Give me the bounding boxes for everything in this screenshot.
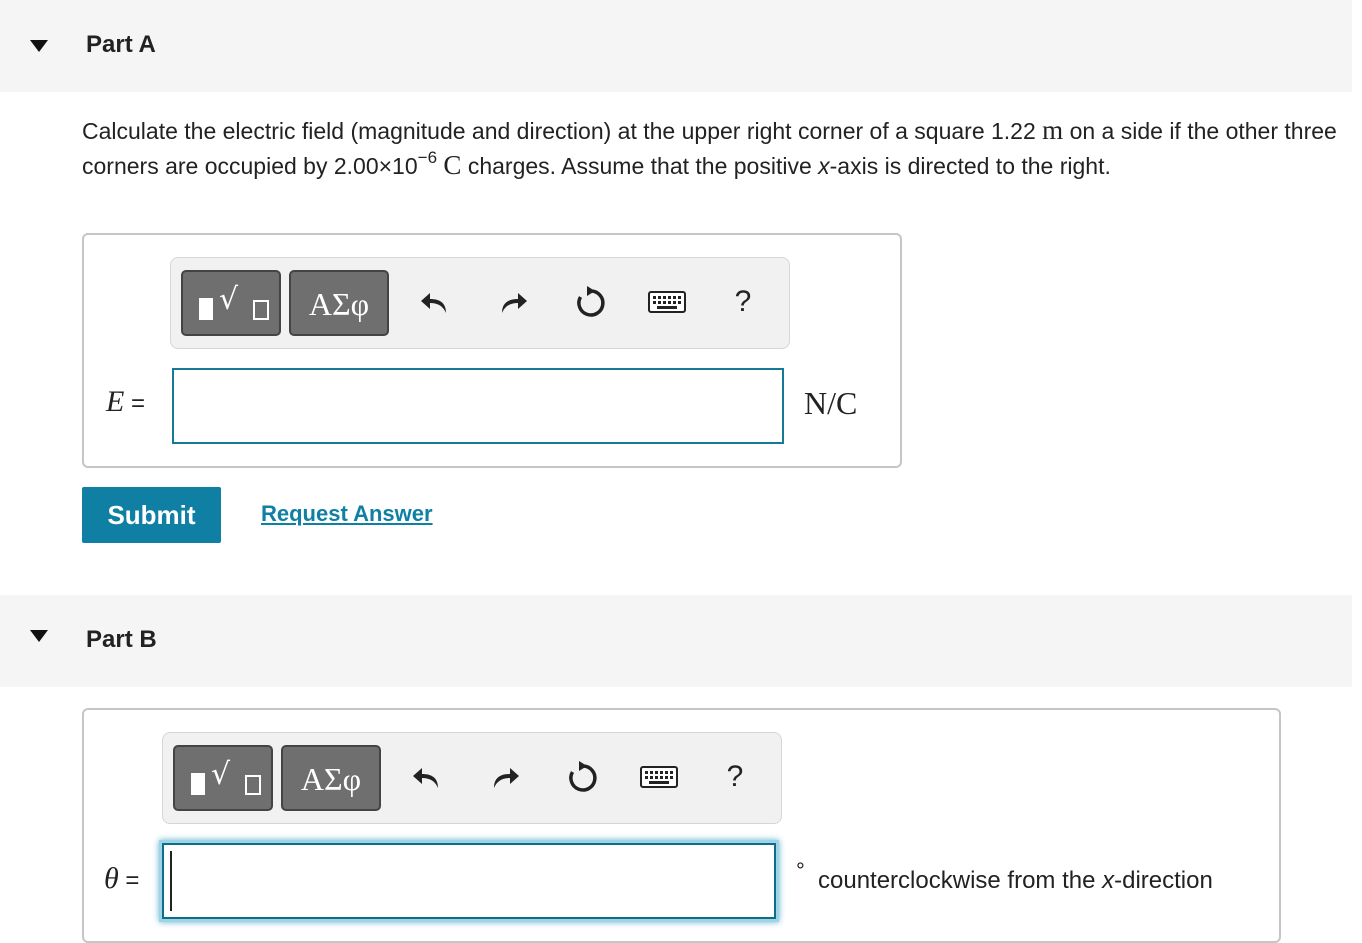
equals-sign: = [118, 867, 140, 894]
help-icon[interactable]: ? [713, 755, 757, 799]
prompt-text: charges. Assume that the positive [461, 153, 819, 179]
redo-icon[interactable] [483, 755, 527, 799]
equals-sign: = [124, 390, 146, 417]
templates-button[interactable]: √ [173, 745, 273, 811]
greek-label: ΑΣφ [308, 286, 370, 322]
reset-icon[interactable] [561, 755, 605, 799]
variable-e: E [106, 385, 125, 418]
math-toolbar: √ ΑΣφ ? [170, 257, 790, 349]
part-b-answer-box: √ ΑΣφ ? θ = ° counterclockwise from the … [82, 708, 1281, 943]
unit-meters: m [1042, 115, 1064, 145]
theta-answer-input[interactable] [162, 843, 776, 919]
part-a-header[interactable]: Part A [0, 0, 1352, 92]
collapse-triangle-icon[interactable] [30, 40, 48, 52]
part-b-header[interactable]: Part B [0, 595, 1352, 687]
unit-description: counterclockwise from the x-direction [818, 867, 1213, 895]
e-label: E = [106, 385, 145, 419]
help-icon[interactable]: ? [721, 280, 765, 324]
unit-coulomb: C [443, 150, 462, 180]
theta-label: θ = [104, 862, 139, 896]
undo-icon[interactable] [405, 755, 449, 799]
x-variable: x [818, 153, 830, 179]
redo-icon[interactable] [491, 280, 535, 324]
variable-theta: θ [104, 862, 119, 895]
greek-symbols-button[interactable]: ΑΣφ [281, 745, 381, 811]
x-variable: x [1102, 867, 1115, 894]
submit-button[interactable]: Submit [82, 487, 221, 543]
radical-icon: √ [211, 757, 231, 792]
part-a-title: Part A [86, 31, 156, 58]
reset-icon[interactable] [569, 280, 613, 324]
math-toolbar: √ ΑΣφ ? [162, 732, 782, 824]
templates-button[interactable]: √ [181, 270, 281, 336]
degree-symbol: ° [796, 858, 805, 883]
greek-label: ΑΣφ [300, 761, 362, 797]
greek-symbols-button[interactable]: ΑΣφ [289, 270, 389, 336]
part-b-title: Part B [86, 626, 157, 653]
prompt-text: Calculate the electric field (magnitude … [82, 118, 1043, 144]
part-a-question: Calculate the electric field (magnitude … [82, 113, 1337, 183]
part-a-answer-box: √ ΑΣφ ? E = N/C [82, 233, 902, 468]
exponent: −6 [417, 148, 438, 168]
text-cursor [170, 851, 172, 911]
placeholder-block-icon [199, 298, 213, 320]
unit-text: counterclockwise from the [818, 867, 1103, 894]
e-answer-input[interactable] [172, 368, 784, 444]
undo-icon[interactable] [413, 280, 457, 324]
prompt-text: -axis is directed to the right. [829, 153, 1111, 179]
unit-text: -direction [1114, 867, 1213, 894]
collapse-triangle-icon[interactable] [30, 630, 48, 642]
radical-icon: √ [219, 282, 239, 317]
keyboard-icon[interactable] [637, 755, 681, 799]
placeholder-block-icon [191, 773, 205, 795]
request-answer-link[interactable]: Request Answer [261, 501, 433, 527]
box-icon [253, 300, 269, 320]
box-icon [245, 775, 261, 795]
keyboard-icon[interactable] [645, 280, 689, 324]
unit-label: N/C [804, 385, 858, 421]
